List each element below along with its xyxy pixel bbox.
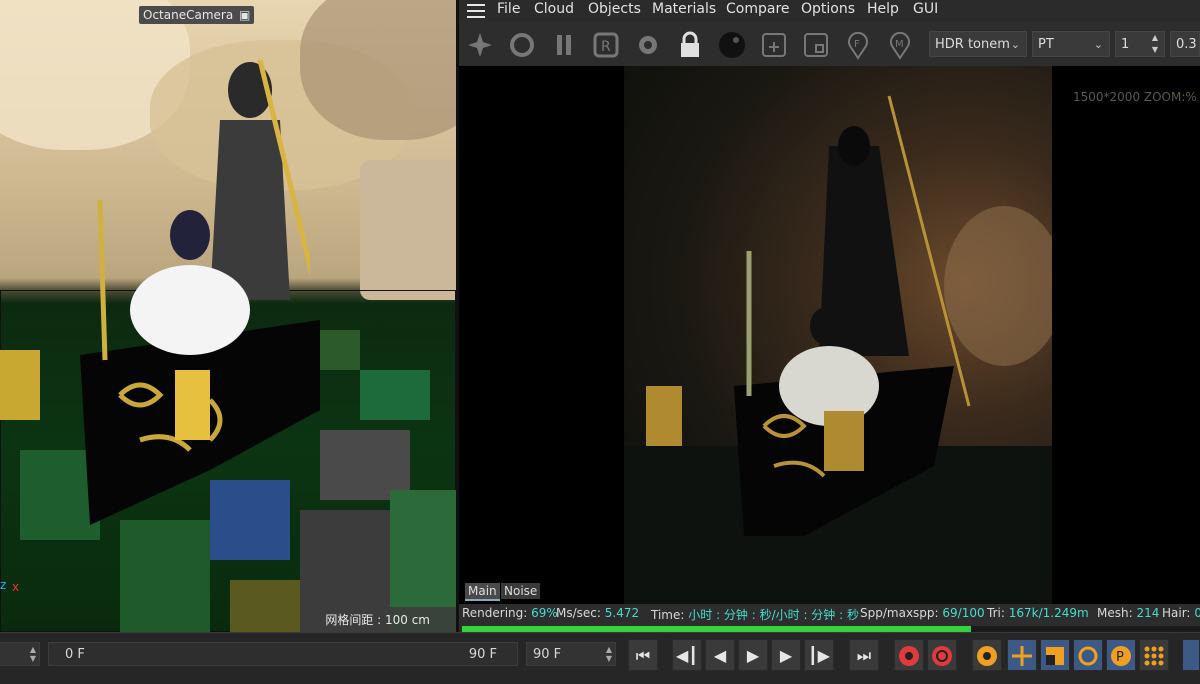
chevron-down-icon: ⌄	[1010, 38, 1020, 51]
rotate-icon[interactable]	[1073, 639, 1103, 671]
go-to-start-icon[interactable]: ⏮	[628, 639, 658, 671]
play-icon[interactable]: ▶	[738, 639, 768, 671]
prev-frame-icon[interactable]: ◀	[705, 639, 735, 671]
crop-region-icon[interactable]	[799, 28, 833, 62]
svg-text:M: M	[895, 39, 904, 50]
render-area[interactable]: 1500*2000 ZOOM:% Main Noise	[459, 66, 1200, 604]
rendering-value: 69%	[531, 606, 558, 620]
settings-gear-icon[interactable]	[631, 28, 665, 62]
tab-main[interactable]: Main	[465, 583, 500, 601]
focus-pin-icon[interactable]: F	[841, 28, 875, 62]
parameter-icon[interactable]: P	[1106, 639, 1136, 671]
camera-label[interactable]: OctaneCamera ▣	[139, 6, 255, 24]
frame-range-slider[interactable]: 0 F 90 F	[48, 642, 518, 666]
start-frame-label: 0 F	[65, 647, 85, 662]
prev-key-icon[interactable]: ◀┃	[672, 639, 702, 671]
pause-icon[interactable]	[547, 28, 581, 62]
time-label: Time:	[651, 608, 685, 622]
menu-help[interactable]: Help	[867, 1, 899, 17]
menu-bar: File Cloud Objects Materials Compare Opt…	[459, 0, 1200, 22]
octane-toolbar: R F M HDR tonem ⌄ PT ⌄ 1 ▲ ▼ 0.3	[459, 22, 1200, 66]
region-render-icon[interactable]: R	[589, 28, 623, 62]
end-frame-field[interactable]: 90 F ▲ ▼	[526, 642, 616, 666]
hamburger-menu-icon[interactable]	[467, 4, 485, 18]
menu-file[interactable]: File	[497, 1, 520, 17]
chevron-down-icon: ⌄	[1093, 38, 1103, 51]
keyframe-settings-icon[interactable]	[972, 639, 1002, 671]
stone-wall	[360, 160, 456, 300]
menu-cloud[interactable]: Cloud	[534, 1, 574, 17]
end-frame-field-value: 90 F	[533, 647, 562, 662]
render-image	[624, 66, 1052, 604]
tonemap-select[interactable]: HDR tonem ⌄	[929, 31, 1027, 57]
camera-icon: ▣	[239, 8, 251, 22]
time-value: 小时 : 分钟 : 秒/小时 : 分钟 : 秒	[688, 608, 859, 622]
tri-label: Tri:	[987, 606, 1005, 620]
render-status-bar: Rendering: 69% Ms/sec: 5.472 Time: 小时 : …	[459, 604, 1200, 632]
autokey-icon[interactable]	[927, 639, 957, 671]
camera-name: OctaneCamera	[143, 8, 234, 22]
menu-compare[interactable]: Compare	[726, 1, 790, 17]
menu-objects[interactable]: Objects	[588, 1, 641, 17]
ms-label: Ms/sec:	[556, 606, 601, 620]
ms-value: 5.472	[604, 606, 640, 620]
scale-icon[interactable]	[1040, 639, 1070, 671]
seated-figure	[130, 210, 250, 355]
spp-value: 69/100	[942, 606, 985, 620]
send-icon[interactable]	[463, 28, 497, 62]
stepper-arrows-icon: ▲ ▼	[1151, 33, 1158, 54]
frame-stepper[interactable]: ▲ ▼	[0, 642, 40, 666]
resolution-zoom-label: 1500*2000 ZOOM:%	[1073, 90, 1197, 104]
value-field-2[interactable]: 0.3	[1170, 31, 1200, 57]
axis-z-label: z	[0, 578, 7, 592]
editor-viewport[interactable]: OctaneCamera ▣ z x 网格间距 : 100 cm	[0, 0, 456, 632]
octane-live-viewer: File Cloud Objects Materials Compare Opt…	[459, 0, 1200, 632]
tonemap-select-value: HDR tonem	[935, 37, 1010, 52]
grid-spacing-label: 网格间距 : 100 cm	[311, 607, 456, 632]
menu-materials[interactable]: Materials	[652, 1, 716, 17]
record-icon[interactable]	[894, 639, 924, 671]
mesh-value: 214	[1136, 606, 1160, 620]
sphere-icon[interactable]	[715, 28, 749, 62]
svg-text:P: P	[1116, 650, 1124, 665]
stepper-arrows-icon: ▲ ▼	[29, 645, 36, 663]
move-icon[interactable]	[1007, 639, 1037, 671]
hair-label: Hair:	[1162, 606, 1191, 620]
tri-value: 167k/1.249m	[1008, 606, 1089, 620]
end-frame-label: 90 F	[468, 647, 497, 662]
refresh-icon[interactable]	[505, 28, 539, 62]
go-to-end-icon[interactable]: ⏭	[849, 639, 879, 671]
points-icon[interactable]	[1139, 639, 1169, 671]
lamp-post	[0, 200, 108, 420]
mesh-label: Mesh:	[1097, 606, 1133, 620]
lock-icon[interactable]	[673, 28, 707, 62]
axis-x-label: x	[12, 580, 20, 594]
svg-text:R: R	[601, 39, 611, 55]
menu-options[interactable]: Options	[801, 1, 855, 17]
add-region-icon[interactable]	[757, 28, 791, 62]
hair-value: 0	[1194, 606, 1200, 620]
layout-icon[interactable]	[1182, 639, 1200, 671]
tab-noise[interactable]: Noise	[501, 583, 541, 599]
value-stepper-value: 1	[1121, 37, 1130, 52]
timeline-bar: ▲ ▼ 0 F 90 F 90 F ▲ ▼ ⏮ ◀┃ ◀ ▶ ▶ ┃▶ ⏭ P	[0, 632, 1200, 684]
kernel-select[interactable]: PT ⌄	[1032, 31, 1110, 57]
svg-text:F: F	[854, 39, 860, 50]
kernel-select-value: PT	[1038, 37, 1054, 52]
menu-gui[interactable]: GUI	[913, 1, 938, 17]
next-key-icon[interactable]: ┃▶	[804, 639, 834, 671]
render-scene	[624, 95, 1052, 604]
value-field-2-value: 0.3	[1176, 37, 1197, 52]
stepper-arrows-icon: ▲ ▼	[605, 645, 612, 663]
spp-label: Spp/maxspp:	[860, 606, 939, 620]
rendering-label: Rendering:	[462, 606, 528, 620]
value-stepper[interactable]: 1 ▲ ▼	[1115, 31, 1165, 57]
next-frame-icon[interactable]: ▶	[771, 639, 801, 671]
material-pin-icon[interactable]: M	[883, 28, 917, 62]
